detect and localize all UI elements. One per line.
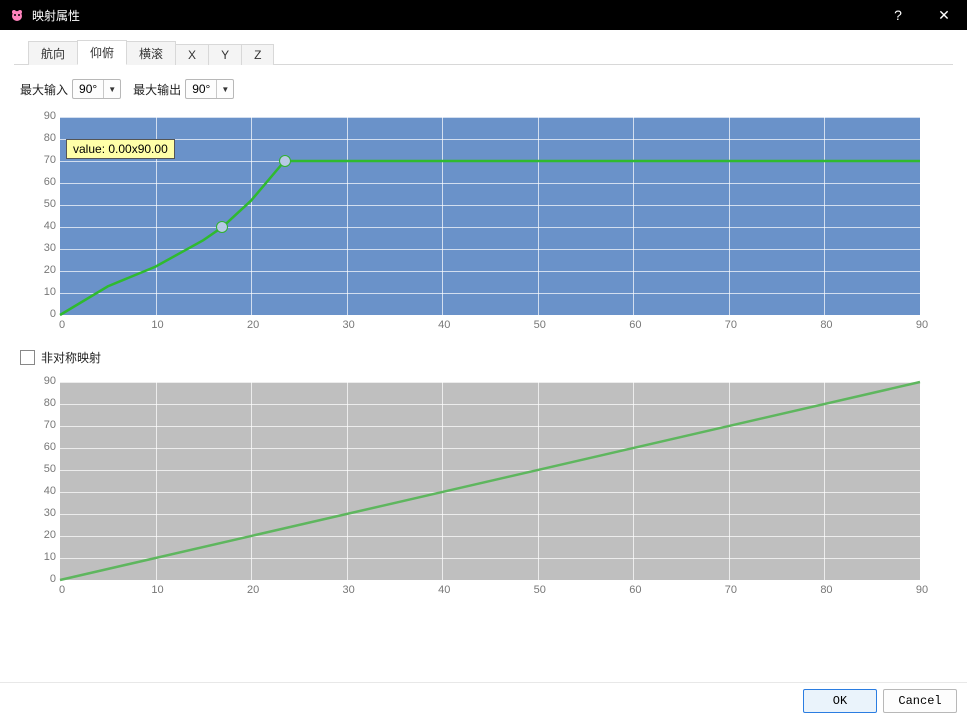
chart-tooltip: value: 0.00x90.00 (66, 139, 175, 159)
cancel-button[interactable]: Cancel (883, 689, 957, 713)
x-tick-label: 70 (721, 319, 741, 331)
content-area: 航向仰俯横滚XYZ 最大输入 90° ▼ 最大输出 90° ▼ 0 10 20 30 4… (0, 30, 967, 682)
y-tick-label: 80 (22, 132, 56, 144)
y-tick-label: 90 (22, 110, 56, 122)
tab-0[interactable]: 航向 (28, 41, 78, 65)
y-tick-label: 80 (22, 397, 56, 409)
y-tick-label: 60 (22, 441, 56, 453)
plot-area[interactable] (60, 117, 920, 315)
tab-bar: 航向仰俯横滚XYZ (14, 40, 953, 65)
max-output-label: 最大输出 (133, 81, 181, 98)
dialog-window: 映射属性 ? ✕ 航向仰俯横滚XYZ 最大输入 90° ▼ 最大输出 90° ▼… (0, 0, 967, 719)
y-tick-label: 0 (22, 573, 56, 585)
asym-label: 非对称映射 (41, 349, 101, 366)
x-tick-label: 90 (912, 584, 932, 596)
x-tick-label: 20 (243, 584, 263, 596)
x-tick-label: 50 (530, 584, 550, 596)
chart-bottom[interactable]: 0 10 20 30 40 50 60 70 80 90 0 10 20 30 40 50 60 70 80 90 (14, 370, 965, 606)
tab-1[interactable]: 仰俯 (77, 40, 127, 65)
control-point[interactable] (216, 221, 228, 233)
asym-checkbox[interactable] (20, 350, 35, 365)
x-tick-label: 20 (243, 319, 263, 331)
y-tick-label: 40 (22, 220, 56, 232)
max-input-combo[interactable]: 90° ▼ (72, 79, 121, 99)
x-tick-label: 0 (52, 319, 72, 331)
window-title: 映射属性 (32, 7, 80, 24)
data-line[interactable] (60, 382, 920, 580)
y-tick-label: 20 (22, 264, 56, 276)
data-line[interactable] (60, 161, 920, 315)
x-tick-label: 10 (148, 319, 168, 331)
plot-area[interactable] (60, 382, 920, 580)
ok-button[interactable]: OK (803, 689, 877, 713)
y-tick-label: 40 (22, 485, 56, 497)
y-tick-label: 30 (22, 507, 56, 519)
x-tick-label: 70 (721, 584, 741, 596)
x-tick-label: 60 (625, 319, 645, 331)
y-tick-label: 0 (22, 308, 56, 320)
close-button[interactable]: ✕ (921, 0, 967, 30)
title-bar: 映射属性 ? ✕ (0, 0, 967, 30)
chevron-down-icon: ▼ (216, 80, 233, 98)
x-tick-label: 90 (912, 319, 932, 331)
tab-2[interactable]: 横滚 (126, 41, 176, 65)
y-tick-label: 10 (22, 551, 56, 563)
controls-row: 最大输入 90° ▼ 最大输出 90° ▼ (14, 65, 953, 105)
x-tick-label: 50 (530, 319, 550, 331)
x-tick-label: 40 (434, 319, 454, 331)
x-tick-label: 30 (339, 319, 359, 331)
y-tick-label: 70 (22, 419, 56, 431)
tab-4[interactable]: Y (208, 44, 242, 65)
max-input-value: 90° (73, 82, 103, 96)
x-tick-label: 40 (434, 584, 454, 596)
max-output-value: 90° (186, 82, 216, 96)
y-tick-label: 50 (22, 463, 56, 475)
dialog-footer: OK Cancel (0, 682, 967, 719)
x-tick-label: 60 (625, 584, 645, 596)
max-output-combo[interactable]: 90° ▼ (185, 79, 234, 99)
tab-5[interactable]: Z (241, 44, 274, 65)
y-tick-label: 20 (22, 529, 56, 541)
y-tick-label: 30 (22, 242, 56, 254)
max-input-label: 最大输入 (20, 81, 68, 98)
help-button[interactable]: ? (875, 0, 921, 30)
y-tick-label: 50 (22, 198, 56, 210)
y-tick-label: 60 (22, 176, 56, 188)
x-tick-label: 30 (339, 584, 359, 596)
x-tick-label: 80 (816, 319, 836, 331)
control-point[interactable] (279, 155, 291, 167)
chevron-down-icon: ▼ (103, 80, 120, 98)
y-tick-label: 70 (22, 154, 56, 166)
y-tick-label: 90 (22, 375, 56, 387)
x-tick-label: 10 (148, 584, 168, 596)
x-tick-label: 80 (816, 584, 836, 596)
y-tick-label: 10 (22, 286, 56, 298)
app-icon (8, 6, 26, 24)
tab-3[interactable]: X (175, 44, 209, 65)
x-tick-label: 0 (52, 584, 72, 596)
asym-row: 非对称映射 (14, 341, 953, 370)
chart-top[interactable]: 0 10 20 30 40 50 60 70 80 90 0 10 20 30 40 50 60 70 80 90 va… (14, 105, 965, 341)
